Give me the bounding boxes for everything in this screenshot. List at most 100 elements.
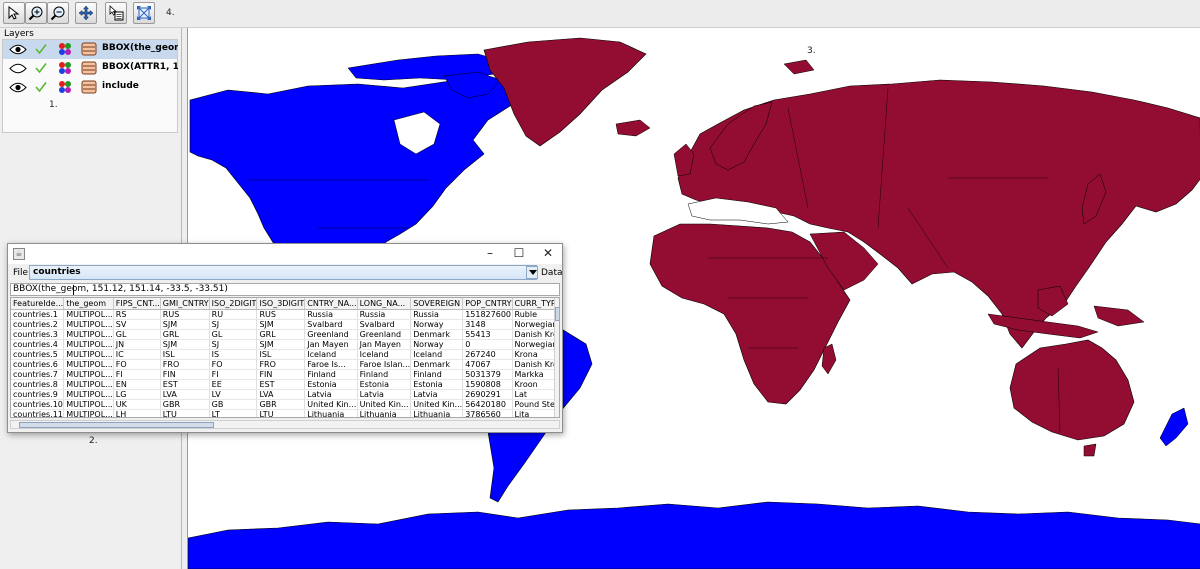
table-cell[interactable]: Finland (410, 369, 464, 380)
table-cell[interactable]: UK (113, 399, 161, 410)
table-cell[interactable]: United Kin... (357, 399, 412, 410)
table-cell[interactable]: Danish Kro... (512, 329, 559, 340)
table-cell[interactable]: FO (113, 359, 161, 370)
layer-row-2[interactable]: BBOX(ATTR1, 151.12, 1 (3, 59, 178, 78)
table-cell[interactable]: Greenland (357, 329, 412, 340)
table-cell[interactable]: Lita (512, 409, 559, 417)
table-cell[interactable]: Kroon (512, 379, 559, 390)
column-header[interactable]: LONG_NA... (357, 298, 412, 310)
table-cell[interactable]: MULTIPOL... (63, 409, 114, 417)
table-cell[interactable]: FIN (160, 369, 210, 380)
table-cell[interactable]: FI (113, 369, 161, 380)
table-cell[interactable]: LVA (160, 389, 210, 400)
table-cell[interactable]: SV (113, 319, 161, 330)
attribute-grid[interactable]: FeatureIde... the_geom FIPS_CNT... GMI_CNTR… (11, 298, 559, 417)
table-cell[interactable]: MULTIPOL... (63, 369, 114, 380)
table-row[interactable]: countries.5 MULTIPOL... IC ISL IS ISL Iceland I… (11, 349, 559, 360)
table-cell[interactable]: SJ (209, 319, 258, 330)
table-cell[interactable]: 47067 (462, 359, 513, 370)
hidden-eye-icon[interactable] (9, 63, 27, 74)
table-cell[interactable]: GRL (256, 329, 306, 340)
table-cell[interactable]: MULTIPOL... (63, 359, 114, 370)
table-cell[interactable]: LG (113, 389, 161, 400)
table-cell[interactable]: Norway (410, 339, 464, 350)
column-header[interactable]: CURR_TYPE (512, 298, 559, 310)
table-row[interactable]: countries.8 MULTIPOL... EN EST EE EST Estonia E… (11, 379, 559, 390)
table-cell[interactable]: countries.3 (11, 329, 65, 340)
table-cell[interactable]: Russia (304, 309, 358, 320)
table-cell[interactable]: Svalbard (357, 319, 412, 330)
table-cell[interactable]: ISL (160, 349, 210, 360)
maximize-button[interactable]: ☐ (507, 246, 531, 262)
table-cell[interactable]: SJM (256, 319, 306, 330)
table-cell[interactable]: Danish Kro... (512, 359, 559, 370)
table-cell[interactable]: EST (256, 379, 306, 390)
table-cell[interactable]: Latvia (410, 389, 464, 400)
table-cell[interactable]: LT (209, 409, 258, 417)
table-cell[interactable]: Finland (357, 369, 412, 380)
table-cell[interactable]: MULTIPOL... (63, 339, 114, 350)
table-cell[interactable]: 55413 (462, 329, 513, 340)
table-cell[interactable]: Finland (304, 369, 358, 380)
table-row[interactable]: countries.1 MULTIPOL... RS RUS RU RUS Russia Ru… (11, 309, 559, 320)
table-cell[interactable]: 2690291 (462, 389, 513, 400)
table-cell[interactable]: Norwegian ... (512, 339, 559, 350)
select-tool-button[interactable] (3, 2, 25, 24)
attribute-table-window[interactable]: ☕ – ☐ ✕ File countries Data BBOX(the_geo… (7, 243, 563, 433)
table-cell[interactable]: Norway (410, 319, 464, 330)
table-cell[interactable]: SJ (209, 339, 258, 350)
table-cell[interactable]: IS (209, 349, 258, 360)
minimize-button[interactable]: – (478, 246, 502, 262)
column-header[interactable]: the_geom (63, 298, 114, 310)
column-header[interactable]: POP_CNTRY (462, 298, 513, 310)
table-row[interactable]: countries.6 MULTIPOL... FO FRO FO FRO Faroe Is… (11, 359, 559, 370)
data-menu[interactable]: Data (541, 268, 563, 278)
table-cell[interactable]: JN (113, 339, 161, 350)
table-cell[interactable]: United Kin... (410, 399, 464, 410)
table-cell[interactable]: LVA (256, 389, 306, 400)
table-cell[interactable]: Estonia (304, 379, 358, 390)
table-cell[interactable]: RUS (160, 309, 210, 320)
table-cell[interactable]: Estonia (357, 379, 412, 390)
table-cell[interactable]: MULTIPOL... (63, 379, 114, 390)
window-titlebar[interactable]: ☕ – ☐ ✕ (8, 244, 562, 264)
table-cell[interactable]: EST (160, 379, 210, 390)
zoom-out-button[interactable] (47, 2, 69, 24)
table-row[interactable]: countries.11 MULTIPOL... LH LTU LT LTU Lithuan… (11, 409, 559, 417)
table-cell[interactable]: MULTIPOL... (63, 319, 114, 330)
table-cell[interactable]: Faroe Is... (304, 359, 358, 370)
column-header[interactable]: FIPS_CNT... (113, 298, 161, 310)
table-cell[interactable]: countries.8 (11, 379, 65, 390)
table-cell[interactable]: LTU (160, 409, 210, 417)
selectable-check-icon[interactable] (35, 81, 47, 93)
selectable-check-icon[interactable] (35, 62, 47, 74)
table-row[interactable]: countries.10 MULTIPOL... UK GBR GB GBR United … (11, 399, 559, 410)
table-cell[interactable]: MULTIPOL... (63, 309, 114, 320)
table-cell[interactable]: countries.2 (11, 319, 65, 330)
table-cell[interactable]: FRO (256, 359, 306, 370)
table-cell[interactable]: Faroe Islan... (357, 359, 412, 370)
table-cell[interactable]: RUS (256, 309, 306, 320)
column-header[interactable]: FeatureIde... (11, 298, 65, 310)
column-header[interactable]: ISO_2DIGIT (209, 298, 258, 310)
table-cell[interactable]: SJM (160, 319, 210, 330)
table-cell[interactable]: Latvia (304, 389, 358, 400)
pan-button[interactable] (75, 2, 97, 24)
horizontal-scrollbar[interactable] (10, 420, 560, 429)
selectable-check-icon[interactable] (35, 43, 47, 55)
attribute-table[interactable]: FeatureIde... the_geom FIPS_CNT... GMI_CNTR… (10, 297, 560, 418)
table-cell[interactable]: countries.5 (11, 349, 65, 360)
table-cell[interactable]: 56420180 (462, 399, 513, 410)
layer-style-icon[interactable] (58, 80, 72, 94)
table-cell[interactable]: Jan Mayen (304, 339, 358, 350)
table-cell[interactable]: MULTIPOL... (63, 389, 114, 400)
vertical-scrollbar[interactable] (554, 298, 559, 417)
table-row[interactable]: countries.7 MULTIPOL... FI FIN FI FIN Finland F… (11, 369, 559, 380)
table-cell[interactable]: EN (113, 379, 161, 390)
table-cell[interactable]: Lithuania (357, 409, 412, 417)
table-cell[interactable]: Ruble (512, 309, 559, 320)
table-cell[interactable]: LH (113, 409, 161, 417)
file-menu[interactable]: File (13, 268, 28, 278)
table-cell[interactable]: countries.10 (11, 399, 65, 410)
table-cell[interactable]: Iceland (357, 349, 412, 360)
